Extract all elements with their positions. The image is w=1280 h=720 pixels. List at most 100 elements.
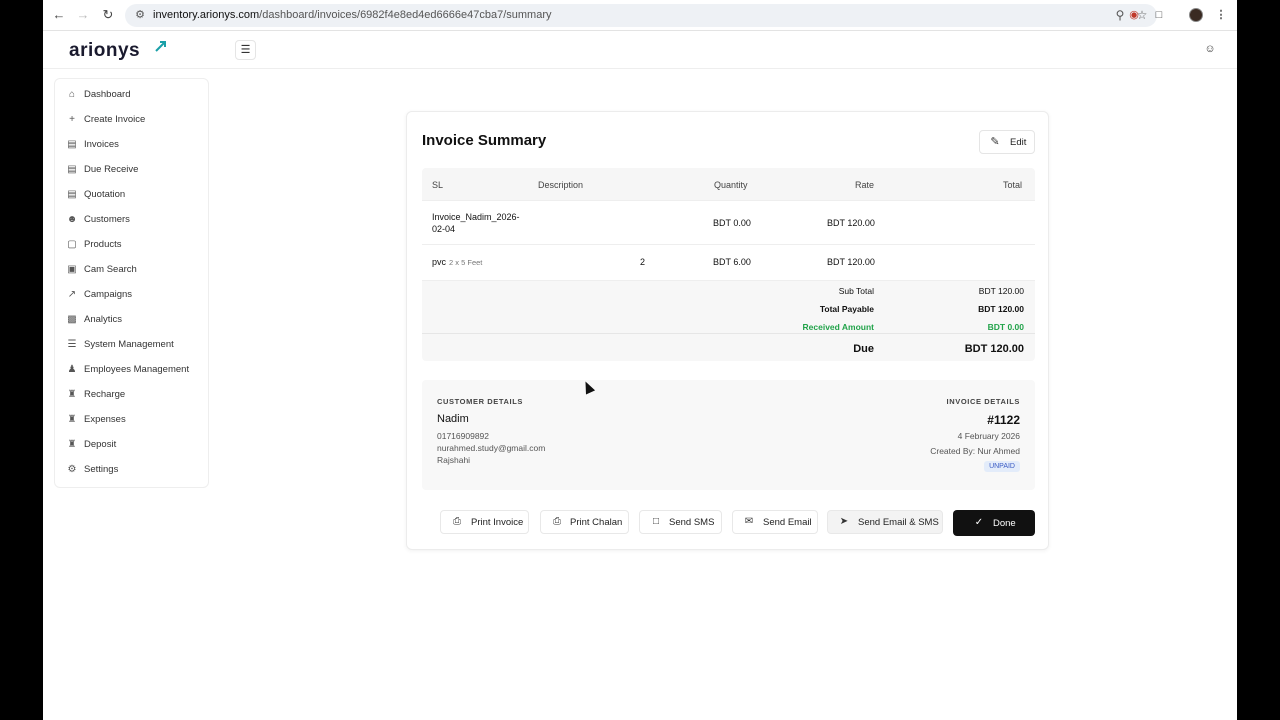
print-invoice-button[interactable]: ⎙ Print Invoice	[440, 510, 529, 534]
sidebar-item-products[interactable]: ▢ Products	[55, 235, 208, 255]
sidebar-item-due-receive[interactable]: ▤ Due Receive	[55, 160, 208, 180]
page-title: Invoice Summary	[422, 132, 547, 149]
send-sms-button[interactable]: □ Send SMS	[639, 510, 722, 534]
total-payable-value: BDT 120.00	[978, 304, 1024, 314]
bank-icon: ♜	[67, 439, 77, 450]
cell-total: BDT 120.00	[827, 218, 875, 228]
cell-total: BDT 120.00	[827, 257, 875, 267]
printer-icon: ⎙	[453, 516, 461, 527]
cell-rate: BDT 6.00	[713, 257, 751, 267]
server-icon: ☰	[67, 339, 77, 350]
back-icon[interactable]: ←	[51, 7, 67, 23]
trend-icon: ↗	[67, 289, 77, 300]
document-icon: ▤	[67, 164, 77, 175]
totals-section: Sub Total BDT 120.00 Total Payable BDT 1…	[422, 281, 1035, 361]
users-icon: ☻	[66, 214, 78, 225]
url-text: inventory.arionys.com/dashboard/invoices…	[153, 9, 552, 21]
edit-button[interactable]: ✎ Edit	[979, 130, 1035, 154]
print-chalan-button[interactable]: ⎙ Print Chalan	[540, 510, 629, 534]
team-icon: ♟	[67, 364, 77, 375]
logo[interactable]: arionys	[69, 40, 140, 62]
site-settings-icon[interactable]: ⚙	[133, 8, 147, 22]
send-email-button[interactable]: ✉ Send Email	[732, 510, 818, 534]
customer-phone: 01716909892	[437, 431, 490, 441]
created-by: Created By: Nur Ahmed	[930, 446, 1020, 456]
check-icon: ✓	[974, 517, 984, 528]
done-button[interactable]: ✓ Done	[953, 510, 1035, 536]
edit-icon: ✎	[990, 136, 1000, 148]
column-header-sl: SL	[432, 180, 444, 190]
app-header: arionys ☰ ☺	[43, 31, 1237, 69]
table-header: SL Description Quantity Rate Total	[422, 168, 1035, 201]
mail-icon: ✉	[744, 516, 754, 527]
scan-icon: ▣	[67, 264, 77, 275]
received-amount-label: Received Amount	[802, 322, 874, 332]
sidebar-item-quotation[interactable]: ▤ Quotation	[55, 185, 208, 205]
subtotal-value: BDT 120.00	[978, 286, 1024, 296]
send-icon: ➤	[839, 516, 849, 527]
printer-icon: ⎙	[553, 516, 561, 527]
cell-sl: Invoice_Nadim_2026-02-04	[432, 212, 520, 234]
customer-name: Nadim	[437, 413, 469, 425]
customer-details-heading: CUSTOMER DETAILS	[437, 397, 523, 406]
table-row: pvc 2 x 5 Feet 2 BDT 6.00 BDT 120.00	[422, 245, 1035, 281]
zoom-icon[interactable]: ⚲	[1113, 8, 1127, 22]
extension-icon[interactable]: ◉	[1127, 8, 1141, 22]
browser-window: ← → ↻ ⚙ inventory.arionys.com/dashboard/…	[43, 0, 1237, 720]
reload-icon[interactable]: ↻	[100, 7, 116, 23]
bank-icon: ♜	[67, 389, 77, 400]
total-payable-label: Total Payable	[819, 304, 874, 314]
invoice-details-heading: INVOICE DETAILS	[946, 397, 1020, 406]
sidebar-item-dashboard[interactable]: ⌂ Dashboard	[55, 85, 208, 105]
divider	[422, 333, 1035, 334]
browser-menu-icon[interactable]: ⋮	[1214, 8, 1228, 22]
profile-avatar[interactable]	[1189, 8, 1203, 22]
customer-city: Rajshahi	[437, 455, 471, 465]
subtotal-label: Sub Total	[838, 286, 874, 296]
forward-icon[interactable]: →	[75, 7, 91, 23]
column-header-total: Total	[1003, 180, 1023, 190]
chart-icon: ▩	[67, 314, 77, 325]
invoice-date: 4 February 2026	[957, 431, 1020, 441]
sidebar-item-analytics[interactable]: ▩ Analytics	[55, 310, 208, 330]
cell-rate: BDT 0.00	[713, 218, 751, 228]
document-icon: ▤	[67, 189, 77, 200]
menu-toggle-icon[interactable]: ☰	[235, 40, 256, 60]
customer-email: nurahmed.study@gmail.com	[437, 443, 546, 453]
column-header-rate: Rate	[855, 180, 875, 190]
document-icon: ▤	[67, 139, 77, 150]
items-table: SL Description Quantity Rate Total Invoi…	[422, 168, 1035, 361]
send-email-sms-button[interactable]: ➤ Send Email & SMS	[827, 510, 943, 534]
due-label: Due	[853, 343, 874, 355]
sidebar-item-recharge[interactable]: ♜ Recharge	[55, 385, 208, 405]
sidebar: ⌂ Dashboard + Create Invoice ▤ Invoices ▤ Du…	[54, 78, 209, 488]
invoice-number: #1122	[987, 413, 1020, 427]
browser-toolbar: ← → ↻ ⚙ inventory.arionys.com/dashboard/…	[43, 0, 1237, 31]
sidebar-item-invoices[interactable]: ▤ Invoices	[55, 135, 208, 155]
details-panel: CUSTOMER DETAILS Nadim 01716909892 nurah…	[422, 380, 1035, 490]
status-badge: UNPAID	[984, 461, 1020, 472]
user-icon[interactable]: ☺	[1203, 42, 1217, 56]
bank-icon: ♜	[67, 414, 77, 425]
sidebar-item-customers[interactable]: ☻ Customers	[55, 210, 208, 230]
message-icon: □	[652, 516, 660, 527]
logo-mark-icon	[155, 41, 166, 52]
plus-icon: +	[69, 114, 75, 125]
table-row: Invoice_Nadim_2026-02-04 BDT 0.00 BDT 12…	[422, 201, 1035, 245]
sidebar-item-cam-search[interactable]: ▣ Cam Search	[55, 260, 208, 280]
sidebar-item-settings[interactable]: ⚙ Settings	[55, 460, 208, 480]
column-header-description: Description	[538, 180, 584, 190]
due-value: BDT 120.00	[964, 343, 1024, 355]
sidebar-item-campaigns[interactable]: ↗ Campaigns	[55, 285, 208, 305]
sidebar-item-create-invoice[interactable]: + Create Invoice	[55, 110, 208, 130]
sidebar-item-deposit[interactable]: ♜ Deposit	[55, 435, 208, 455]
sidebar-item-expenses[interactable]: ♜ Expenses	[55, 410, 208, 430]
home-icon: ⌂	[68, 89, 76, 100]
invoice-summary-card: Invoice Summary ✎ Edit SL Description Qu…	[406, 111, 1049, 550]
bag-icon: ▢	[67, 239, 77, 250]
column-header-quantity: Quantity	[714, 180, 748, 190]
sidebar-item-system-management[interactable]: ☰ System Management	[55, 335, 208, 355]
sidebar-item-employees-management[interactable]: ♟ Employees Management	[55, 360, 208, 380]
address-bar[interactable]: ⚙ inventory.arionys.com/dashboard/invoic…	[125, 4, 1157, 27]
extensions-puzzle-icon[interactable]: □	[1152, 8, 1166, 22]
